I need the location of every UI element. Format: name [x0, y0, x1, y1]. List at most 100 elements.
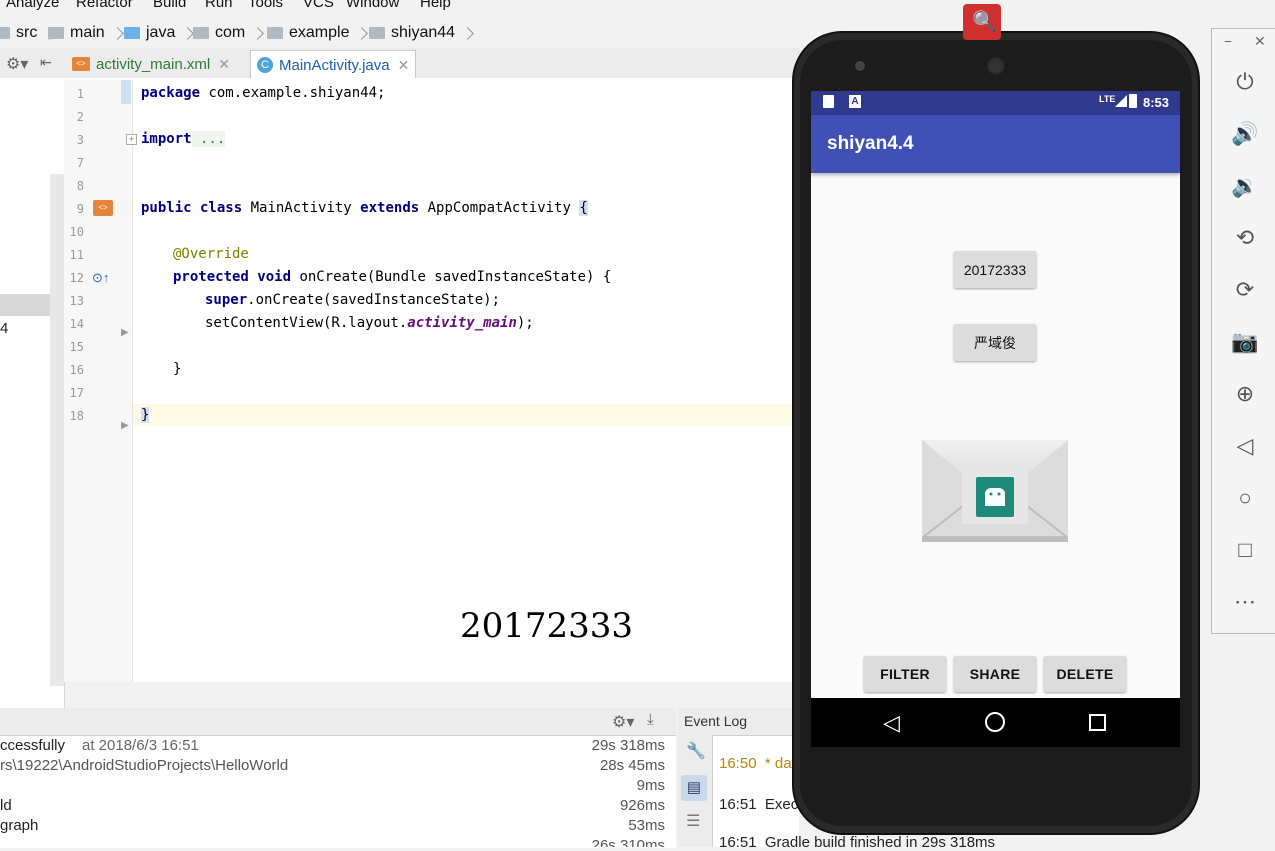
home-icon[interactable]: ○ [1230, 483, 1260, 513]
event-entry[interactable]: 16:51 Exec [719, 796, 798, 813]
fold-expand-icon[interactable]: + [126, 134, 137, 145]
build-row[interactable]: graph 53ms [0, 817, 676, 837]
speaker-icon [986, 56, 1006, 76]
delete-button[interactable]: DELETE [1044, 656, 1126, 692]
code-line-14: setContentView(R.layout.activity_main); [205, 315, 534, 331]
line-number: 17 [69, 386, 84, 400]
line-number: 13 [69, 294, 84, 308]
package-icon [369, 27, 385, 39]
share-button[interactable]: SHARE [954, 656, 1036, 692]
breadcrumb-label: com [215, 24, 246, 41]
build-row[interactable]: 9ms [0, 777, 676, 797]
android-nav-bar: ◁ [811, 698, 1180, 747]
menu-vcs[interactable]: VCS [303, 0, 334, 11]
chevron-right-icon [461, 26, 474, 40]
nav-home-icon[interactable] [985, 712, 1005, 732]
layout-xml-icon[interactable]: <> [93, 200, 113, 216]
settings-wrench-icon[interactable]: 🔧 [686, 741, 706, 761]
menu-tools[interactable]: Tools [248, 0, 283, 11]
line-number: 7 [76, 156, 84, 170]
menu-build[interactable]: Build [153, 0, 186, 11]
minimize-icon[interactable]: − [1224, 33, 1232, 49]
event-log-title: Event Log [684, 713, 748, 729]
event-log-toolbar: 🔧 ▤ ☰ [678, 735, 713, 847]
code-line-16: } [173, 361, 182, 377]
line-number: 16 [69, 363, 84, 377]
close-icon[interactable]: ✕ [218, 56, 230, 73]
close-icon[interactable]: ✕ [398, 57, 410, 74]
network-type: LTE [1099, 94, 1116, 104]
breadcrumb-label: example [289, 24, 350, 41]
nav-back-icon[interactable]: ◁ [883, 710, 900, 736]
name-button[interactable]: 严域俊 [954, 324, 1036, 361]
app-toolbar: shiyan4.4 [811, 115, 1180, 173]
menu-analyze[interactable]: Analyze [6, 0, 59, 11]
back-icon[interactable]: ◁ [1230, 431, 1260, 461]
code-line-13: super.onCreate(savedInstanceState); [205, 292, 501, 308]
scrollbar[interactable] [50, 174, 64, 686]
breadcrumb-java[interactable]: java [124, 22, 195, 44]
breadcrumb-label: main [70, 24, 105, 41]
menu-help[interactable]: Help [420, 0, 451, 11]
breadcrumb-main[interactable]: main [48, 22, 124, 44]
tab-label: activity_main.xml [96, 55, 211, 73]
download-icon[interactable]: ⤓ [647, 711, 654, 728]
menu-refactor[interactable]: Refactor [76, 0, 133, 11]
breadcrumb-com[interactable]: com [193, 22, 265, 44]
power-icon[interactable]: ⏻ [1230, 67, 1260, 97]
volume-down-icon[interactable]: 🔉 [1230, 171, 1260, 201]
search-icon: 🔍 [972, 11, 997, 33]
build-row[interactable]: ld 926ms [0, 797, 676, 817]
student-id-button[interactable]: 20172333 [954, 251, 1036, 288]
nav-overview-icon[interactable] [1089, 714, 1106, 731]
project-item-fragment[interactable]: 4 [0, 320, 8, 337]
line-number: 8 [76, 179, 84, 193]
change-marker [121, 80, 131, 104]
rotate-left-icon[interactable]: ⟲ [1230, 223, 1260, 253]
collapse-icon[interactable]: ⇤ [40, 54, 52, 71]
overlay-student-id-text: 20172333 [460, 606, 634, 646]
tab-mainactivity-java[interactable]: C MainActivity.java ✕ [250, 50, 417, 79]
event-entry[interactable]: 16:51 Gradle build finished in 29s 318ms [719, 834, 995, 851]
build-row[interactable]: rs\19222\AndroidStudioProjects\HelloWorl… [0, 757, 676, 777]
zoom-in-icon[interactable]: ⊕ [1230, 379, 1260, 409]
breadcrumb-example[interactable]: example [267, 22, 369, 44]
source-folder-icon [124, 27, 140, 39]
breadcrumb-shiyan44[interactable]: shiyan44 [369, 22, 474, 44]
volume-up-icon[interactable]: 🔊 [1230, 119, 1260, 149]
editor-tab-row: ⚙▾ ⇤ <> activity_main.xml ✕ C MainActivi… [0, 48, 800, 79]
status-time: 8:53 [1143, 95, 1170, 110]
event-entry[interactable]: 16:50 * da [719, 755, 792, 772]
editor-gutter [64, 80, 133, 682]
breakpoint-arrow-icon: ▶ [121, 327, 129, 338]
code-editor[interactable] [64, 78, 794, 682]
code-line-18: } [141, 407, 150, 423]
rotate-right-icon[interactable]: ⟳ [1230, 275, 1260, 305]
build-row[interactable]: 26s 310ms [0, 837, 676, 847]
camera-icon[interactable]: 📷 [1230, 327, 1260, 357]
menu-run[interactable]: Run [205, 0, 233, 11]
breadcrumb: src main java com example shiyan44 [0, 18, 800, 48]
message-icon[interactable]: ▤ [681, 775, 707, 801]
menu-window[interactable]: Window [346, 0, 399, 11]
more-icon[interactable]: ⋯ [1230, 587, 1260, 617]
gear-icon[interactable]: ⚙▾ [612, 712, 634, 732]
build-panel-header: ⚙▾ ⤓ [0, 708, 676, 736]
override-marker-icon[interactable]: ⊙↑ [92, 270, 109, 286]
zoom-button[interactable]: 🔍 [963, 4, 1001, 40]
signal-icon [1115, 95, 1127, 107]
filter-icon[interactable]: ☰ [686, 811, 700, 831]
overview-icon[interactable]: □ [1230, 535, 1260, 565]
filter-button[interactable]: FILTER [864, 656, 946, 692]
close-icon[interactable]: ✕ [1254, 33, 1266, 50]
front-camera-icon [855, 61, 865, 71]
package-icon [193, 27, 209, 39]
build-row[interactable]: ccessfully at 2018/6/3 16:51 29s 318ms [0, 737, 676, 757]
chevron-right-icon [110, 26, 124, 40]
tab-label: MainActivity.java [279, 56, 390, 74]
tab-activity-main-xml[interactable]: <> activity_main.xml ✕ [66, 50, 236, 78]
envelope-image-icon [921, 440, 1069, 542]
gear-icon[interactable]: ⚙▾ [6, 54, 28, 74]
breadcrumb-src[interactable]: src [0, 22, 57, 44]
code-line-11: @Override [173, 246, 249, 262]
